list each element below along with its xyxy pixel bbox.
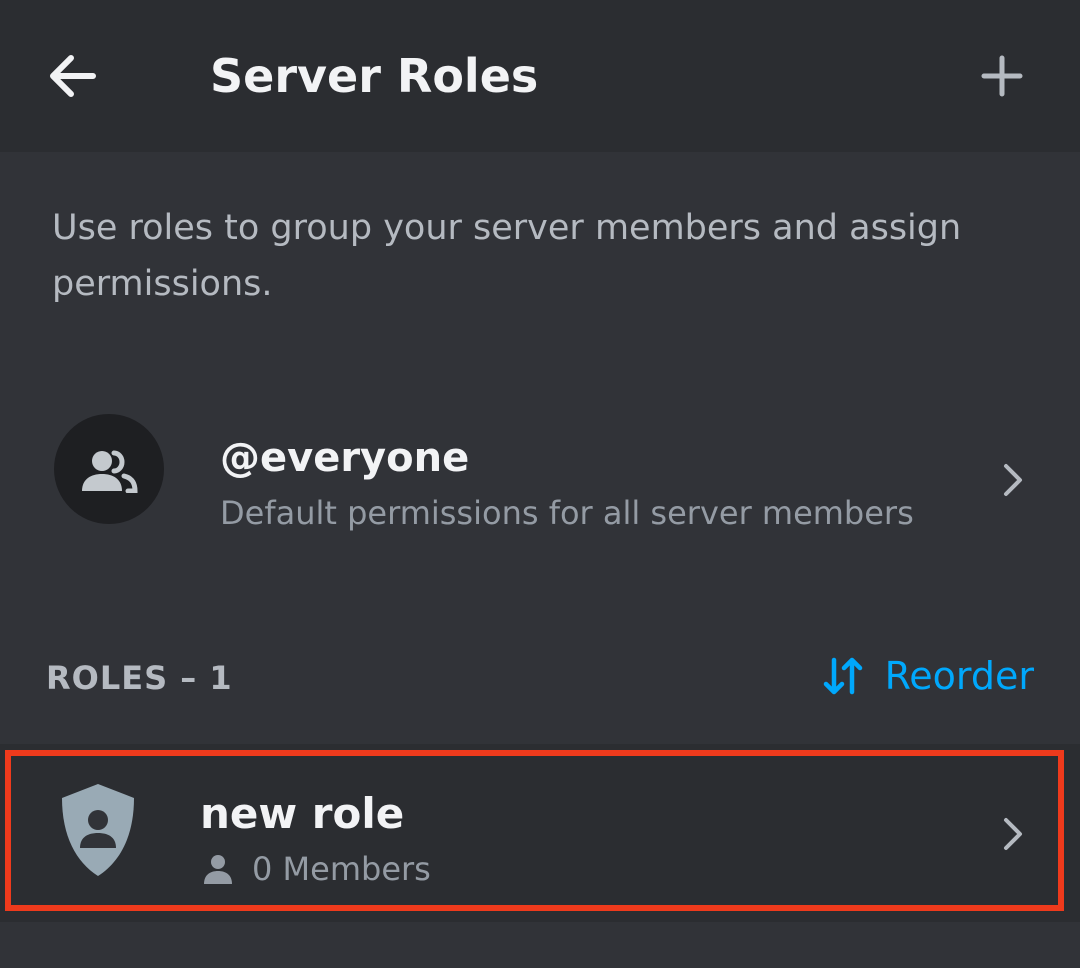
role-members: 0 Members [202,846,431,892]
person-icon [204,855,232,884]
reorder-label: Reorder [884,654,1034,698]
everyone-role-subtitle: Default permissions for all server membe… [220,494,914,532]
everyone-role-row[interactable]: @everyone Default permissions for all se… [0,396,1080,544]
people-icon [82,450,138,493]
plus-icon [981,55,1023,97]
role-row-new-role[interactable]: new role 0 Members [0,744,1080,922]
role-members-count: 0 Members [252,850,431,888]
roles-section-header: ROLES – 1 [46,659,233,697]
roles-description: Use roles to group your server members a… [52,208,962,304]
everyone-avatar [54,414,164,524]
top-bar: Server Roles [0,0,1080,152]
reorder-button[interactable]: Reorder [823,648,1034,704]
back-button[interactable] [40,44,104,108]
add-role-button[interactable] [970,44,1034,108]
arrow-left-icon [50,55,96,97]
sort-arrows-icon [823,657,862,695]
shield-person-icon [62,784,134,876]
chevron-right-icon [994,460,1034,500]
role-name: new role [200,789,405,838]
page-title: Server Roles [210,49,539,103]
chevron-right-icon [994,814,1034,854]
everyone-role-name: @everyone [220,435,470,481]
